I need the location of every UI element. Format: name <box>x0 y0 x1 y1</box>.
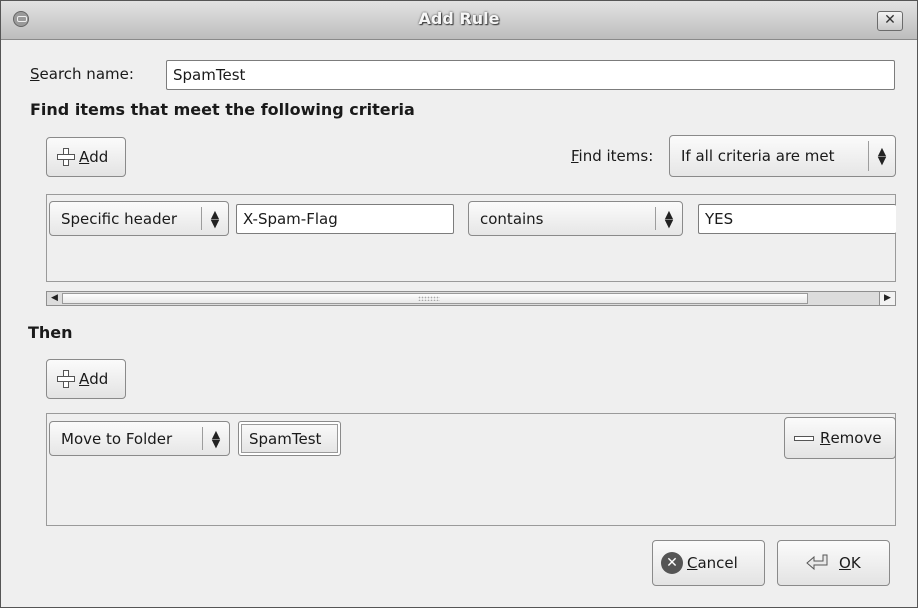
up-down-arrows-icon: ▲ ▼ <box>211 427 221 450</box>
scrollbar-thumb[interactable] <box>62 293 808 304</box>
scroll-left-arrow-icon[interactable]: ◀ <box>47 292 62 305</box>
up-down-arrows-icon: ▲ ▼ <box>877 145 887 167</box>
then-heading: Then <box>28 323 73 342</box>
search-name-input[interactable]: SpamTest <box>166 60 895 90</box>
folder-chooser-button[interactable]: SpamTest <box>238 421 341 456</box>
criteria-horizontal-scrollbar[interactable]: ◀ ▶ <box>46 291 896 306</box>
scroll-right-arrow-icon[interactable]: ▶ <box>879 292 895 305</box>
add-rule-dialog: Add Rule ✕ Search name: SpamTest Find it… <box>0 0 918 608</box>
title-bar[interactable]: Add Rule ✕ <box>1 1 917 40</box>
header-name-input[interactable]: X-Spam-Flag <box>236 204 454 234</box>
window-title: Add Rule <box>418 9 500 28</box>
add-action-button[interactable]: Add <box>46 359 126 399</box>
minus-icon <box>794 435 814 441</box>
cancel-button[interactable]: ✕ Cancel <box>652 540 765 586</box>
find-items-label: Find items: <box>571 147 654 165</box>
search-name-label: Search name: <box>30 65 134 83</box>
add-criteria-button[interactable]: Add <box>46 137 126 177</box>
plus-icon <box>57 148 75 166</box>
criteria-value-input[interactable]: YES <box>698 204 896 234</box>
criteria-heading: Find items that meet the following crite… <box>30 100 415 119</box>
cancel-circle-icon: ✕ <box>661 552 683 574</box>
action-type-select[interactable]: Move to Folder ▲ ▼ <box>49 421 230 456</box>
enter-arrow-icon <box>805 553 831 573</box>
remove-action-button[interactable]: Remove <box>784 417 896 459</box>
criteria-field-select[interactable]: Specific header ▲ ▼ <box>49 201 229 236</box>
find-items-select[interactable]: If all criteria are met ▲ ▼ <box>669 135 896 177</box>
ok-button[interactable]: OK <box>777 540 890 586</box>
close-icon: ✕ <box>884 12 896 28</box>
criteria-operator-select[interactable]: contains ▲ ▼ <box>468 201 683 236</box>
plus-icon <box>57 370 75 388</box>
up-down-arrows-icon: ▲ ▼ <box>210 207 220 230</box>
up-down-arrows-icon: ▲ ▼ <box>664 207 674 230</box>
close-button[interactable]: ✕ <box>877 11 903 31</box>
